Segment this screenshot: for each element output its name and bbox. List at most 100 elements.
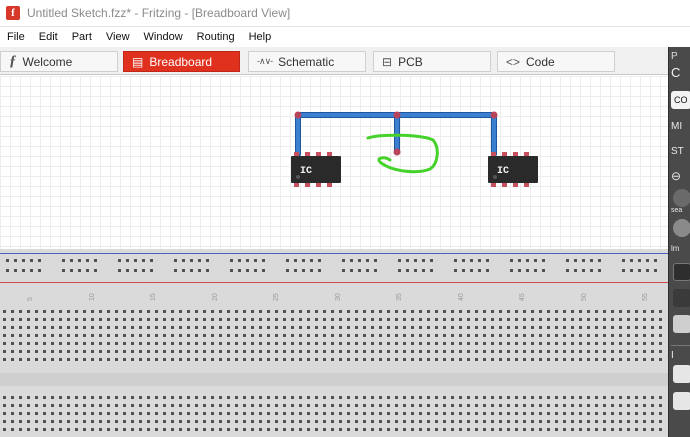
breadboard-hole[interactable] [475, 404, 478, 407]
breadboard-hole[interactable] [107, 334, 110, 337]
breadboard-hole[interactable] [603, 310, 606, 313]
breadboard-hole[interactable] [315, 420, 318, 423]
breadboard-hole[interactable] [179, 342, 182, 345]
breadboard-hole[interactable] [435, 350, 438, 353]
breadboard-hole[interactable] [171, 358, 174, 361]
breadboard-hole[interactable] [275, 342, 278, 345]
breadboard-hole[interactable] [427, 404, 430, 407]
breadboard-hole[interactable] [483, 342, 486, 345]
breadboard-hole[interactable] [6, 259, 9, 262]
breadboard-hole[interactable] [651, 428, 654, 431]
breadboard-hole[interactable] [115, 318, 118, 321]
breadboard-hole[interactable] [435, 326, 438, 329]
breadboard-hole[interactable] [235, 342, 238, 345]
breadboard-hole[interactable] [355, 342, 358, 345]
breadboard-hole[interactable] [363, 428, 366, 431]
breadboard-hole[interactable] [539, 342, 542, 345]
breadboard-hole[interactable] [547, 396, 550, 399]
breadboard-hole[interactable] [523, 404, 526, 407]
breadboard-hole[interactable] [499, 342, 502, 345]
breadboard-hole[interactable] [275, 326, 278, 329]
breadboard-hole[interactable] [542, 269, 545, 272]
breadboard-hole[interactable] [150, 269, 153, 272]
breadboard-hole[interactable] [395, 404, 398, 407]
breadboard-hole[interactable] [491, 412, 494, 415]
breadboard-hole[interactable] [459, 358, 462, 361]
breadboard-hole[interactable] [75, 412, 78, 415]
breadboard-hole[interactable] [635, 342, 638, 345]
breadboard-hole[interactable] [339, 350, 342, 353]
breadboard-hole[interactable] [363, 404, 366, 407]
breadboard-hole[interactable] [515, 350, 518, 353]
breadboard-hole[interactable] [195, 334, 198, 337]
breadboard-hole[interactable] [67, 342, 70, 345]
breadboard-hole[interactable] [475, 310, 478, 313]
breadboard-hole[interactable] [3, 342, 6, 345]
breadboard-hole[interactable] [635, 310, 638, 313]
breadboard-hole[interactable] [315, 396, 318, 399]
breadboard-hole[interactable] [555, 404, 558, 407]
breadboard-hole[interactable] [211, 412, 214, 415]
breadboard-hole[interactable] [371, 428, 374, 431]
breadboard-hole[interactable] [654, 259, 657, 262]
breadboard-hole[interactable] [203, 342, 206, 345]
breadboard-hole[interactable] [43, 358, 46, 361]
breadboard-hole[interactable] [435, 334, 438, 337]
breadboard-hole[interactable] [451, 412, 454, 415]
breadboard-hole[interactable] [595, 404, 598, 407]
breadboard-hole[interactable] [251, 358, 254, 361]
breadboard-hole[interactable] [198, 269, 201, 272]
breadboard-hole[interactable] [651, 342, 654, 345]
breadboard-hole[interactable] [387, 318, 390, 321]
breadboard-hole[interactable] [115, 326, 118, 329]
breadboard-hole[interactable] [379, 404, 382, 407]
breadboard-hole[interactable] [379, 326, 382, 329]
breadboard-hole[interactable] [30, 269, 33, 272]
breadboard-hole[interactable] [70, 269, 73, 272]
breadboard-hole[interactable] [467, 404, 470, 407]
breadboard-hole[interactable] [107, 396, 110, 399]
breadboard-hole[interactable] [411, 404, 414, 407]
breadboard-hole[interactable] [27, 404, 30, 407]
breadboard-hole[interactable] [523, 420, 526, 423]
breadboard-hole[interactable] [507, 358, 510, 361]
breadboard-hole[interactable] [491, 310, 494, 313]
breadboard-hole[interactable] [459, 310, 462, 313]
breadboard-hole[interactable] [142, 269, 145, 272]
breadboard-hole[interactable] [243, 396, 246, 399]
breadboard-hole[interactable] [299, 326, 302, 329]
breadboard-hole[interactable] [643, 334, 646, 337]
breadboard-hole[interactable] [171, 350, 174, 353]
breadboard-hole[interactable] [302, 269, 305, 272]
breadboard-hole[interactable] [267, 420, 270, 423]
breadboard-hole[interactable] [299, 310, 302, 313]
breadboard-hole[interactable] [635, 428, 638, 431]
breadboard-hole[interactable] [598, 269, 601, 272]
breadboard-hole[interactable] [51, 310, 54, 313]
breadboard-hole[interactable] [347, 334, 350, 337]
breadboard-hole[interactable] [259, 428, 262, 431]
breadboard-hole[interactable] [659, 358, 662, 361]
breadboard-hole[interactable] [627, 350, 630, 353]
breadboard-hole[interactable] [115, 358, 118, 361]
breadboard-hole[interactable] [355, 396, 358, 399]
search-icon[interactable] [673, 189, 690, 207]
breadboard-hole[interactable] [246, 259, 249, 262]
breadboard-hole[interactable] [379, 396, 382, 399]
breadboard-hole[interactable] [203, 310, 206, 313]
breadboard-hole[interactable] [659, 334, 662, 337]
breadboard-hole[interactable] [179, 318, 182, 321]
breadboard-hole[interactable] [414, 259, 417, 262]
breadboard-hole[interactable] [627, 326, 630, 329]
breadboard-hole[interactable] [291, 412, 294, 415]
breadboard-hole[interactable] [587, 358, 590, 361]
breadboard-hole[interactable] [483, 428, 486, 431]
breadboard-hole[interactable] [339, 412, 342, 415]
breadboard-hole[interactable] [51, 326, 54, 329]
breadboard-canvas[interactable]: IC IC 5 10 15 20 25 30 35 40 45 50 55 [0, 76, 668, 437]
breadboard-hole[interactable] [627, 396, 630, 399]
breadboard-hole[interactable] [51, 412, 54, 415]
breadboard-hole[interactable] [467, 396, 470, 399]
breadboard-hole[interactable] [118, 259, 121, 262]
breadboard-hole[interactable] [611, 350, 614, 353]
